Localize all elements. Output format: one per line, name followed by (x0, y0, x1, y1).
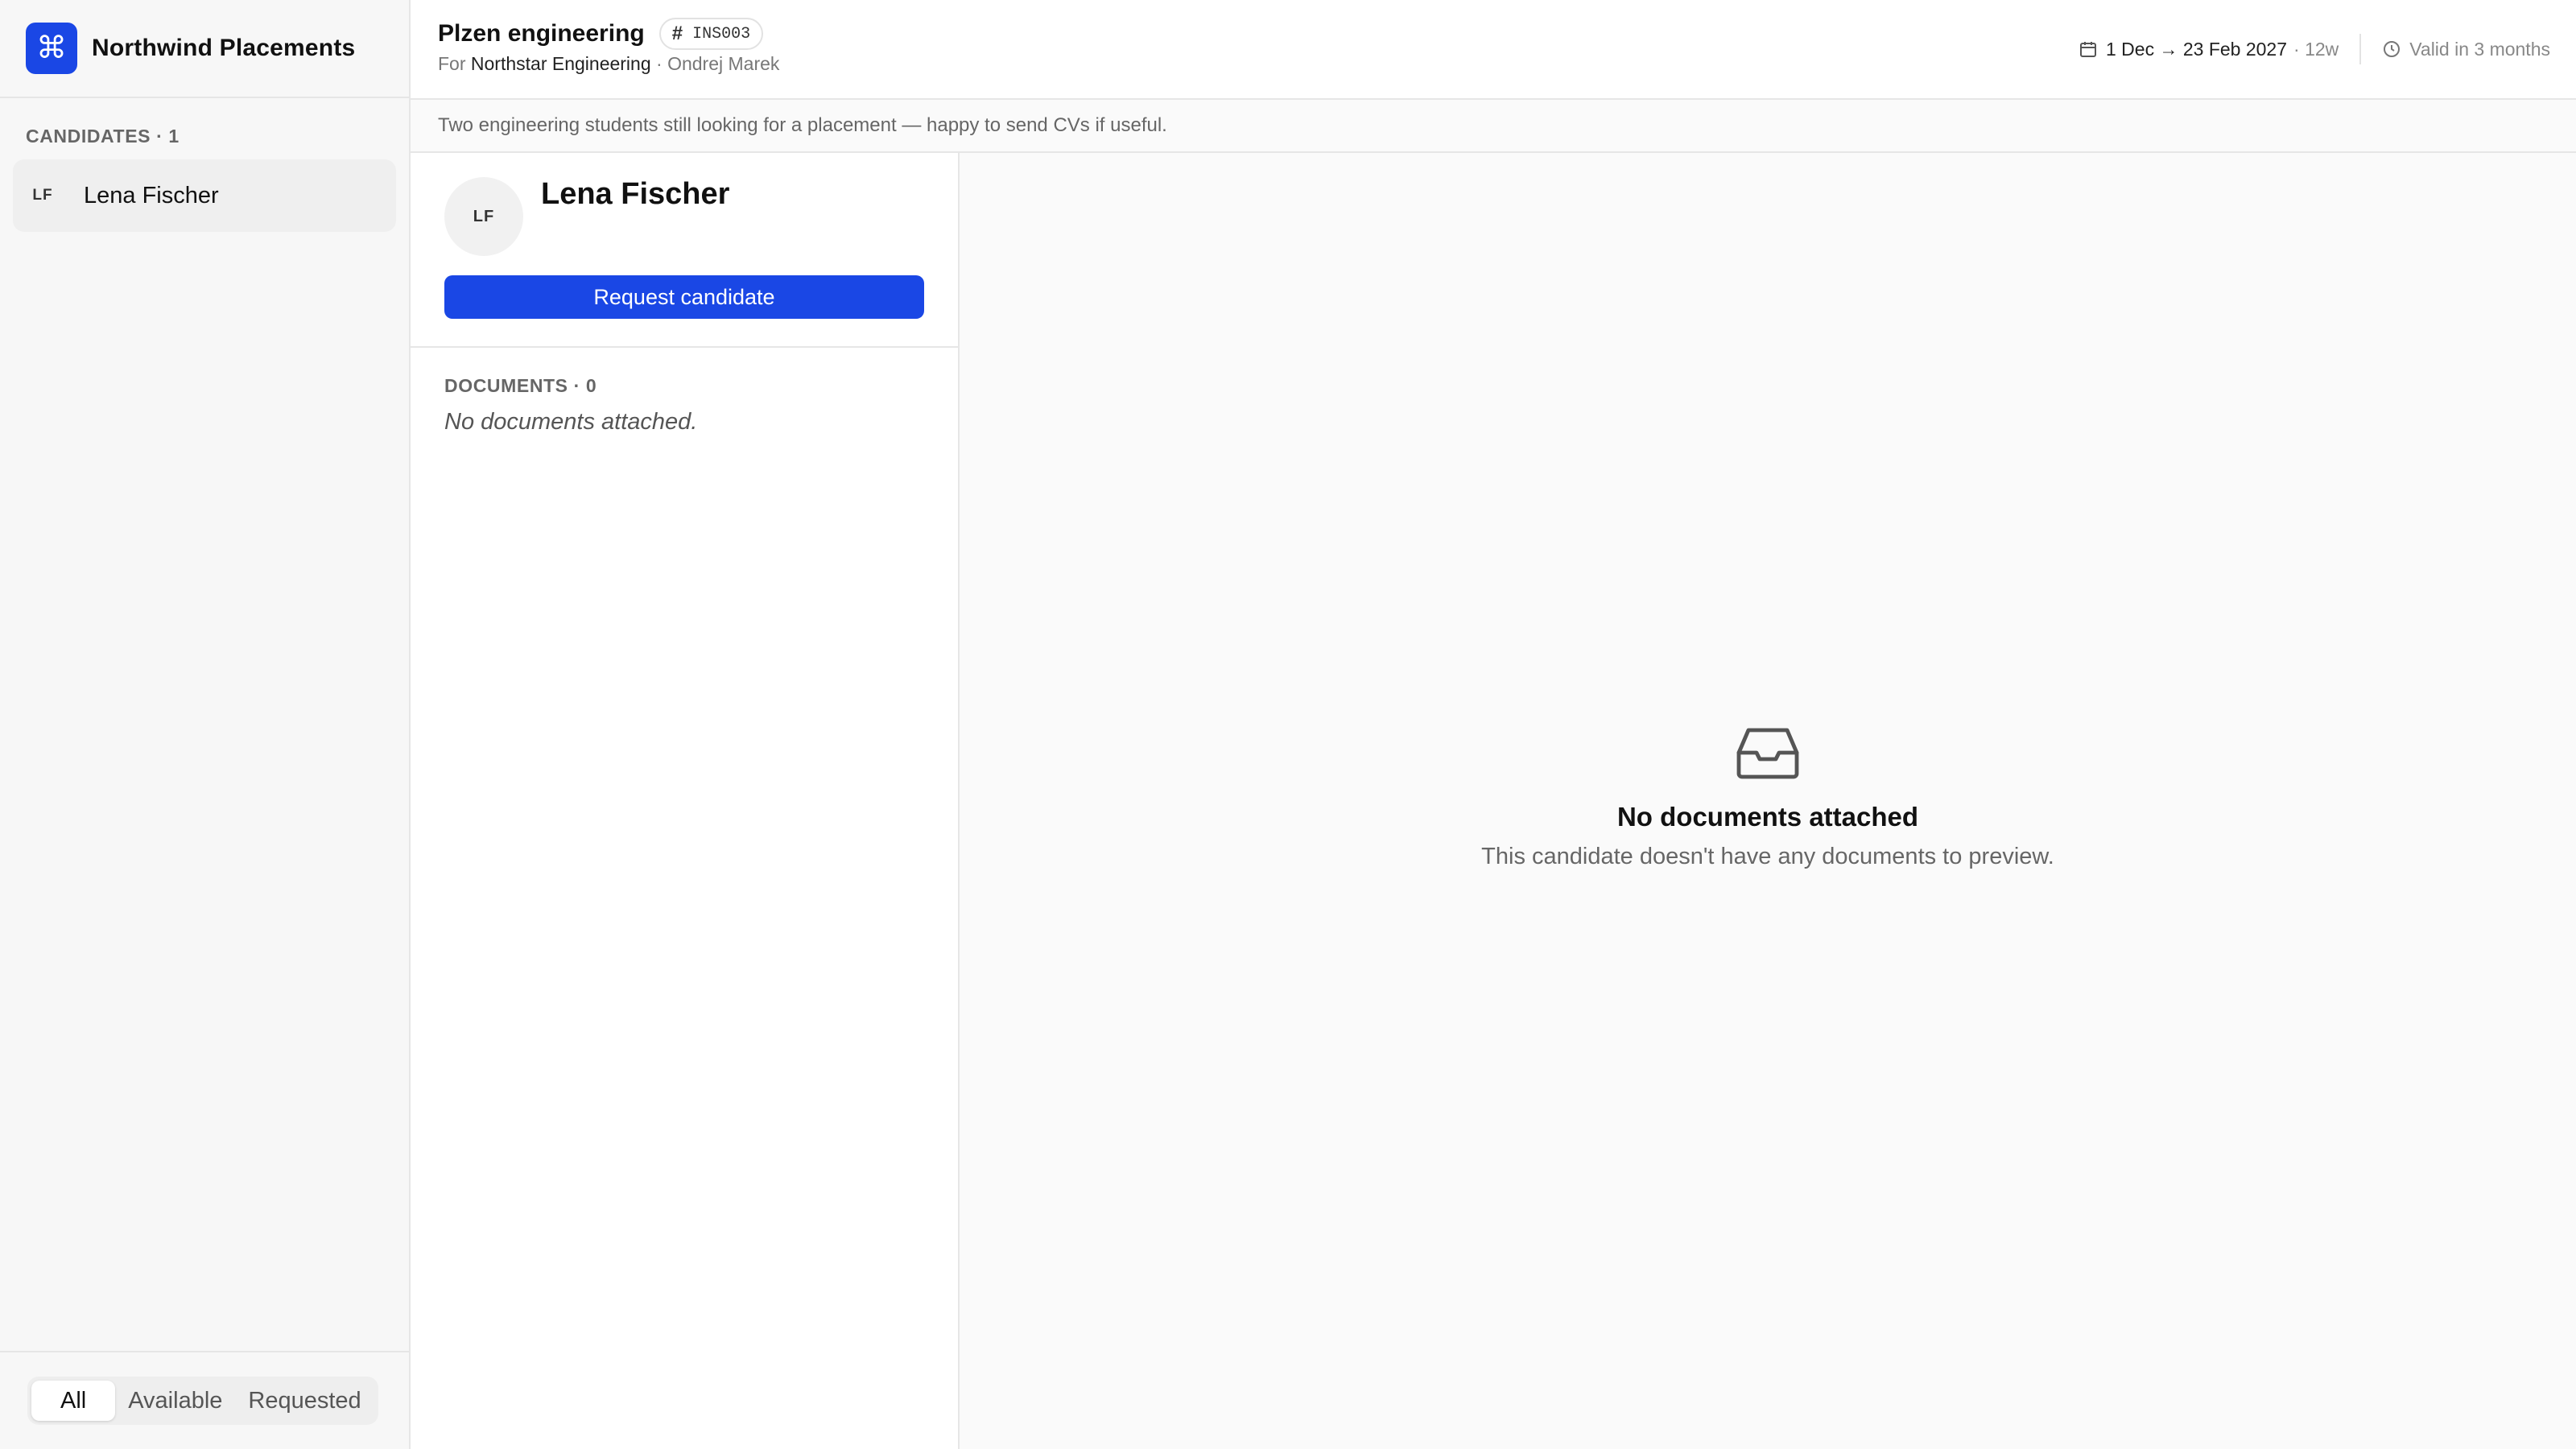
documents-empty-text: No documents attached. (444, 409, 698, 435)
for-prefix: For (438, 53, 466, 74)
sidebar: ⌘ Northwind Placements CANDIDATES · 1 LF… (0, 0, 411, 1449)
app-name: Northwind Placements (92, 35, 356, 61)
validity-text: Valid in 3 months (2409, 38, 2550, 60)
duration-weeks: · 12w (2293, 38, 2339, 60)
page-header: Plzen engineering # INS003 For Northstar… (411, 0, 2576, 100)
documents-label: DOCUMENTS · 0 (444, 375, 597, 396)
candidate-detail-panel: LF Lena Fischer Request candidate DOCUME… (411, 153, 960, 1449)
inbox-icon (1736, 728, 1799, 779)
subtitle-row: For Northstar Engineering · Ondrej Marek (438, 53, 779, 75)
candidate-detail-name: Lena Fischer (541, 177, 730, 211)
empty-state-subtitle: This candidate doesn't have any document… (1481, 844, 2054, 869)
code-badge[interactable]: # INS003 (658, 18, 764, 50)
avatar: LF (444, 177, 523, 256)
header-meta: 1 Dec → 23 Feb 2027 · 12w Valid in 3 mon… (2079, 34, 2550, 64)
title-row: Plzen engineering # INS003 (438, 18, 764, 50)
meta-divider (2359, 34, 2362, 64)
filter-requested[interactable]: Requested (235, 1381, 374, 1421)
date-range: 1 Dec → 23 Feb 2027 (2105, 38, 2288, 60)
brand: ⌘ Northwind Placements (0, 0, 409, 98)
subtitle-separator: · (656, 53, 663, 74)
filter-available[interactable]: Available (115, 1381, 235, 1421)
candidate-profile: LF Lena Fischer Request candidate (411, 153, 958, 348)
candidate-initials: LF (32, 187, 53, 204)
filter-all[interactable]: All (31, 1381, 116, 1421)
candidate-name: Lena Fischer (84, 182, 219, 208)
company-name: Northstar Engineering (470, 53, 651, 74)
empty-state: No documents attached This candidate doe… (960, 724, 2576, 870)
contact-name: Ondrej Marek (667, 53, 780, 74)
command-icon: ⌘ (26, 23, 77, 74)
filter-bar: All Available Requested (0, 1351, 409, 1449)
placement-note: Two engineering students still looking f… (411, 100, 2576, 153)
clock-icon (2384, 41, 2401, 57)
hash-icon: # (671, 23, 683, 44)
candidates-section-label: CANDIDATES · 1 (26, 126, 180, 147)
document-preview-area: No documents attached This candidate doe… (960, 153, 2576, 1449)
page-title: Plzen engineering (438, 20, 645, 47)
empty-state-title: No documents attached (1616, 802, 1919, 832)
calendar-icon (2079, 42, 2096, 57)
candidate-list-item[interactable]: LF Lena Fischer (13, 159, 396, 232)
request-candidate-button[interactable]: Request candidate (444, 275, 924, 319)
placement-code: INS003 (692, 24, 751, 43)
filter-segmented-control: All Available Requested (27, 1377, 378, 1425)
app-root: ⌘ Northwind Placements CANDIDATES · 1 LF… (0, 0, 2576, 1449)
